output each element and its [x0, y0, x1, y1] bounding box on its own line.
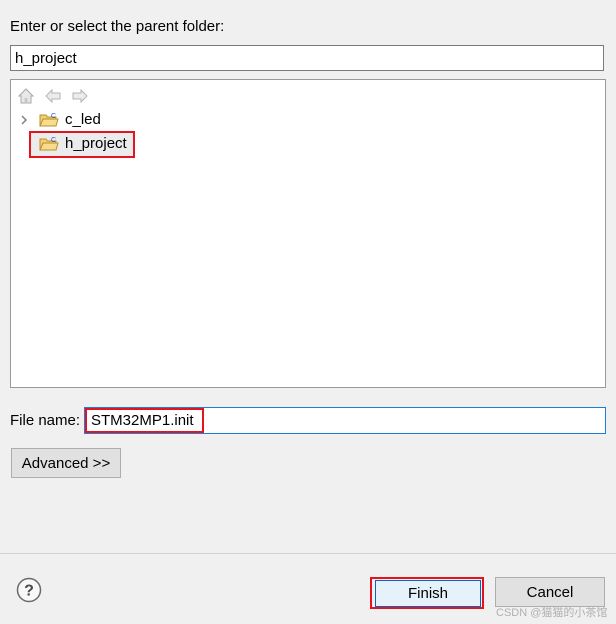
- tree-item-c-led[interactable]: C c_led: [11, 109, 211, 131]
- help-icon[interactable]: ?: [16, 577, 42, 603]
- finish-button[interactable]: Finish: [375, 580, 481, 607]
- chevron-right-icon[interactable]: [17, 113, 31, 127]
- parent-folder-label: Enter or select the parent folder:: [10, 18, 225, 35]
- cancel-button[interactable]: Cancel: [495, 577, 605, 607]
- back-arrow-icon[interactable]: [44, 87, 62, 105]
- bottom-separator: [0, 553, 616, 554]
- folder-tree[interactable]: C c_led C h_project: [10, 79, 606, 388]
- project-folder-icon: C: [39, 137, 59, 151]
- file-name-value[interactable]: STM32MP1.init: [85, 408, 204, 433]
- tree-item-label: c_led: [65, 111, 101, 128]
- forward-arrow-icon[interactable]: [71, 87, 89, 105]
- advanced-button[interactable]: Advanced >>: [11, 448, 121, 478]
- svg-text:C: C: [51, 137, 56, 144]
- svg-text:C: C: [51, 113, 56, 120]
- help-glyph: ?: [24, 583, 34, 600]
- project-folder-icon: C: [39, 113, 59, 127]
- watermark-text: CSDN @猫猫的小茶馆: [496, 607, 608, 619]
- parent-folder-input[interactable]: [10, 45, 604, 71]
- file-name-label: File name:: [10, 412, 81, 429]
- home-icon[interactable]: [17, 87, 35, 105]
- tree-item-label: h_project: [65, 135, 127, 152]
